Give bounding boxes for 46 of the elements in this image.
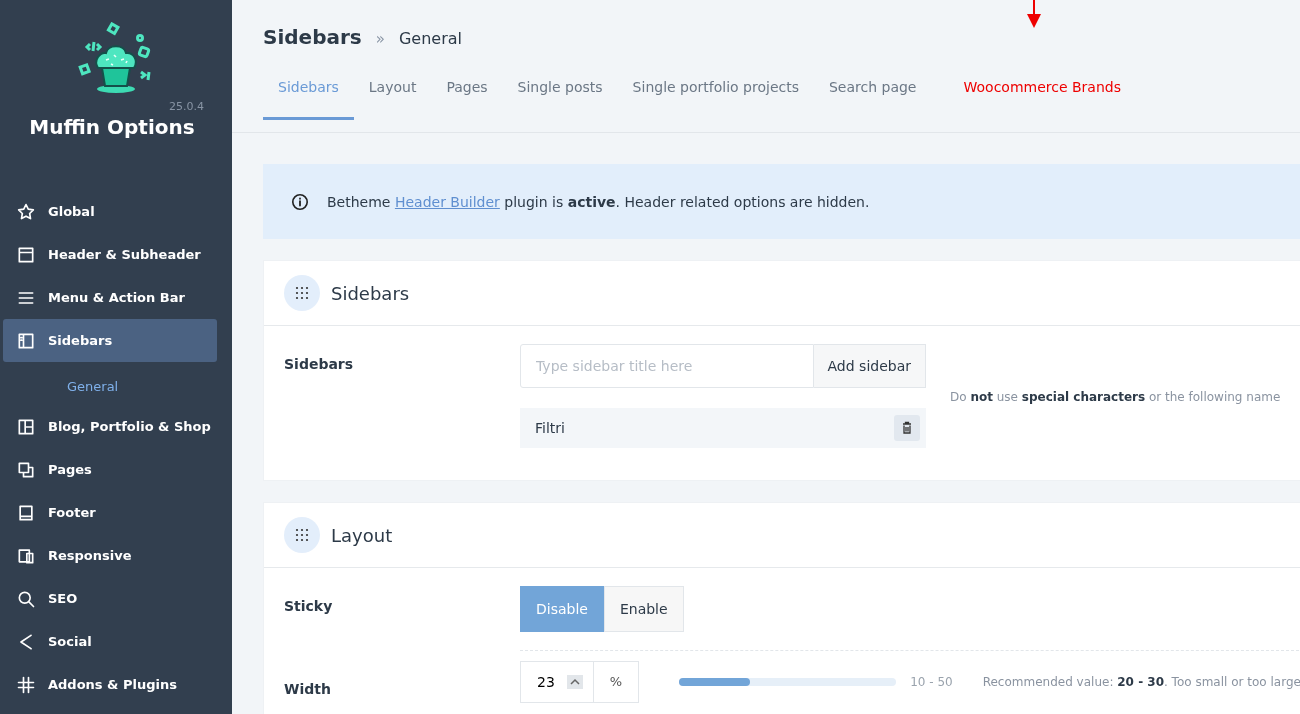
nav-subitem[interactable]: General (0, 362, 232, 405)
slider-track[interactable] (679, 678, 897, 686)
info-icon (291, 192, 309, 211)
tab[interactable]: Woocommerce Brands (931, 56, 1136, 120)
stepper-up-icon[interactable] (566, 675, 583, 689)
nav-item[interactable]: Footer (3, 491, 217, 534)
section-title: Layout (331, 524, 393, 546)
nav-item[interactable]: Header & Subheader (3, 233, 217, 276)
nav-item[interactable]: Pages (3, 448, 217, 491)
option-hint: Recommended value: 20 - 30. Too small or too large (982, 675, 1300, 689)
nav-icon (16, 674, 36, 695)
sidebar-name: Filtri (535, 420, 565, 436)
tab[interactable]: Search page (813, 56, 932, 120)
version-label: 25.0.4 (169, 100, 204, 113)
nav-item[interactable]: Global (3, 190, 217, 233)
breadcrumb-separator: » (375, 30, 385, 48)
notice-text: Betheme Header Builder plugin is active. Header related options are hidden. (327, 193, 870, 210)
grid-dots-icon (284, 517, 320, 553)
page-title: Sidebars (263, 25, 362, 49)
tab[interactable]: Single posts (502, 56, 618, 120)
sidebar-title-input[interactable]: Type sidebar title here (520, 344, 814, 388)
nav-item[interactable]: Sidebars (3, 319, 217, 362)
option-label: Sidebars (284, 355, 355, 372)
grid-dots-icon (284, 275, 320, 311)
nav-item[interactable]: SEO (3, 577, 217, 620)
nav-item[interactable]: Blog, Portfolio & Shop (3, 405, 217, 448)
nav-item[interactable]: Responsive (3, 534, 217, 577)
nav-icon (16, 201, 36, 222)
trash-icon[interactable] (894, 415, 920, 441)
option-label: Sticky (284, 597, 334, 614)
breadcrumb-current: General (398, 29, 462, 48)
tab[interactable]: Pages (431, 56, 503, 120)
nav-item[interactable]: Menu & Action Bar (3, 276, 217, 319)
range-label: 10 - 50 (910, 675, 953, 689)
unit-label: % (593, 661, 640, 703)
tab[interactable]: Single portfolio projects (617, 56, 814, 120)
tab[interactable]: Layout (353, 56, 432, 120)
add-sidebar-button[interactable]: Add sidebar (813, 344, 926, 388)
section-title: Sidebars (331, 282, 410, 304)
option-label: Width (284, 680, 332, 697)
nav-item[interactable]: Social (3, 620, 217, 663)
option-hint: Do not use special characters or the following name (950, 390, 1281, 404)
app-title: Muffin Options (29, 115, 195, 139)
toggle-option[interactable]: Enable (603, 586, 684, 632)
number-field[interactable]: 23 (520, 661, 594, 703)
nav-item[interactable]: Addons & Plugins (3, 663, 217, 706)
